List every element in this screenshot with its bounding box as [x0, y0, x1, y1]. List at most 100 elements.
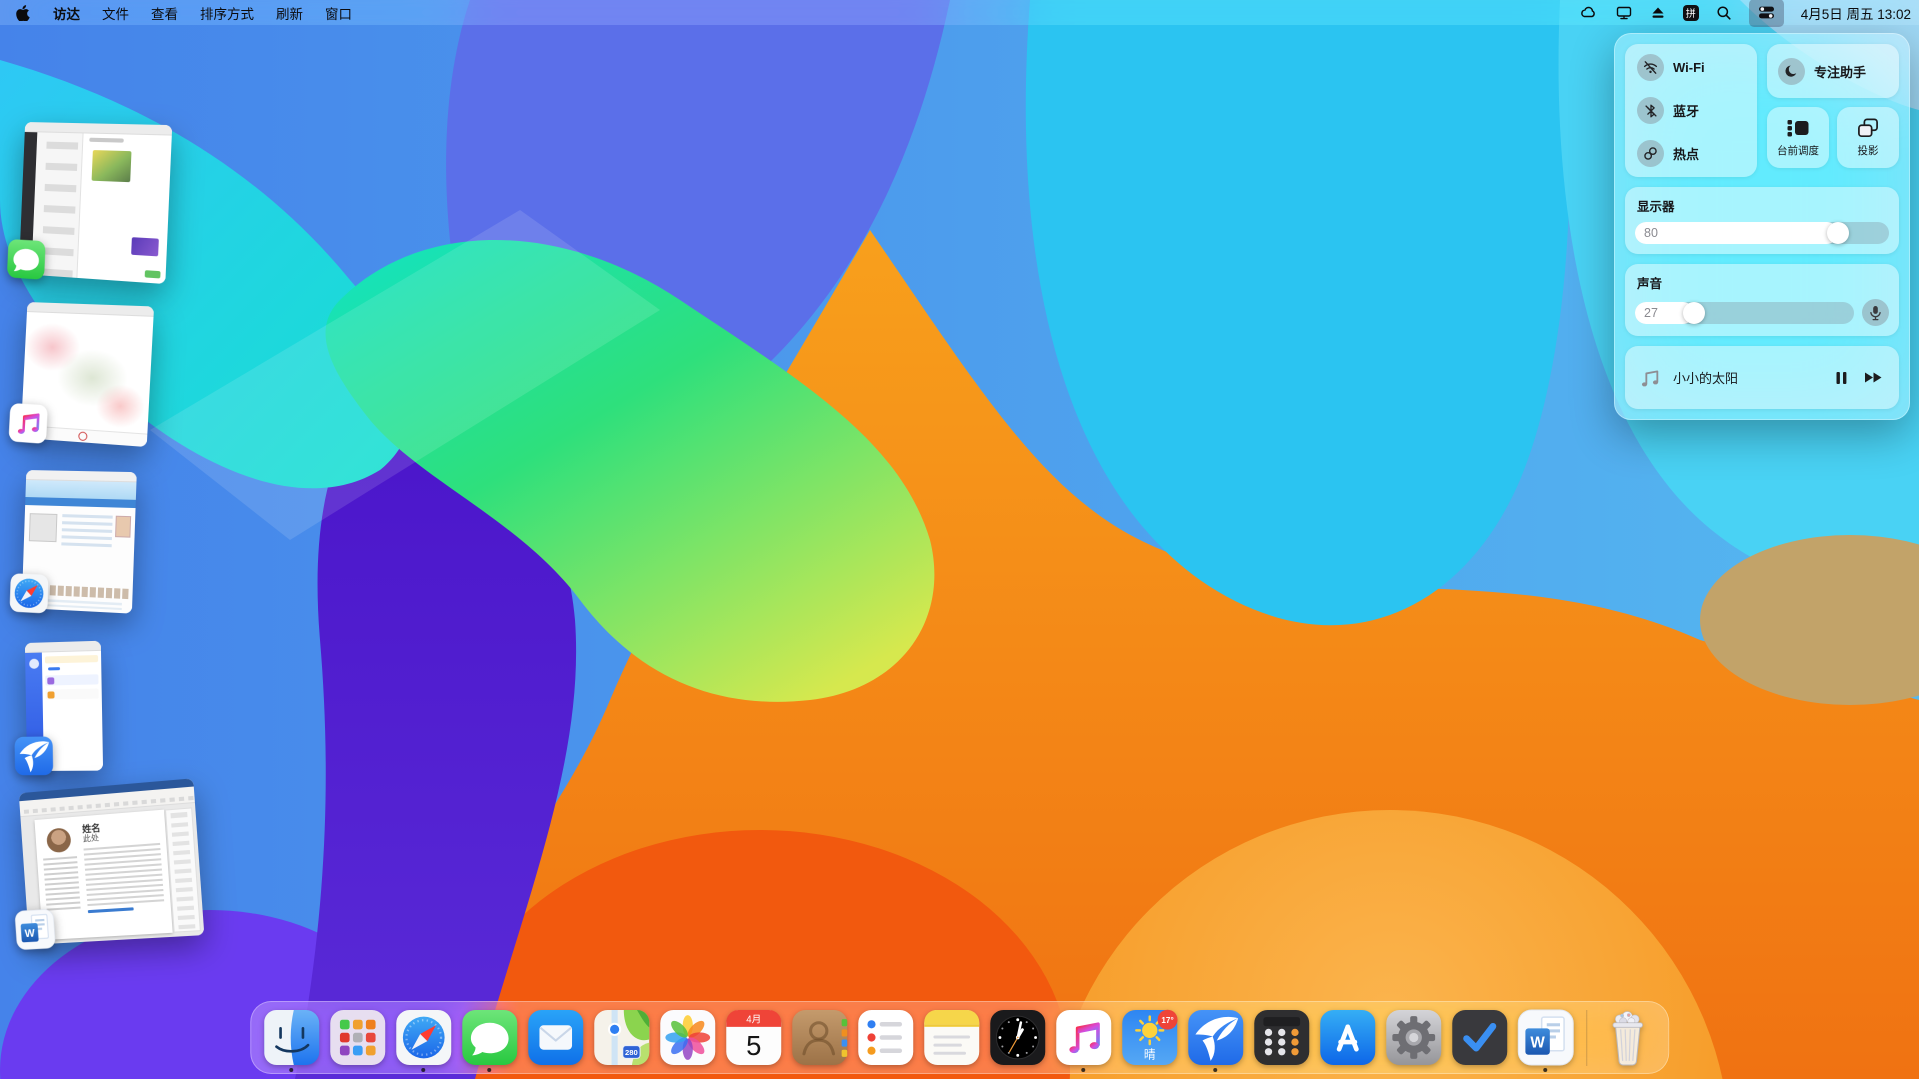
focus-label: 专注助手 — [1814, 62, 1866, 81]
dock-item-appstore[interactable] — [1319, 1009, 1376, 1066]
messages-icon — [461, 1009, 518, 1066]
stage-manager-button[interactable]: 台前调度 — [1767, 107, 1829, 168]
calendar-icon — [725, 1009, 782, 1066]
dock-item-finder[interactable] — [263, 1009, 320, 1066]
messages-preview-send-button — [145, 270, 161, 278]
window-preview-word[interactable]: 姓名 此处 — [19, 778, 205, 945]
dock-item-launchpad[interactable] — [329, 1009, 386, 1066]
maps-icon — [593, 1009, 650, 1066]
pause-icon — [1835, 371, 1848, 385]
microphone-icon — [1869, 305, 1882, 321]
input-source-label: 拼 — [1683, 5, 1699, 21]
microphone-button[interactable] — [1862, 299, 1889, 326]
menu-bar-clock[interactable]: 4月5日 周五 13:02 — [1801, 3, 1911, 23]
menu-view[interactable]: 查看 — [151, 3, 178, 23]
focus-toggle[interactable]: 专注助手 — [1767, 44, 1899, 98]
cloud-icon[interactable] — [1579, 2, 1598, 24]
dock-item-maps[interactable] — [593, 1009, 650, 1066]
menu-refresh[interactable]: 刷新 — [276, 3, 303, 23]
bluetooth-off-icon — [1637, 97, 1664, 124]
display-label: 显示器 — [1637, 196, 1889, 215]
dock-item-notes[interactable] — [923, 1009, 980, 1066]
search-icon[interactable] — [1716, 2, 1732, 24]
pause-button[interactable] — [1833, 369, 1850, 387]
appstore-icon — [1319, 1009, 1376, 1066]
window-preview-thunder[interactable] — [25, 641, 103, 771]
menu-finder[interactable]: 访达 — [53, 3, 80, 23]
wifi-toggle[interactable]: Wi-Fi — [1637, 54, 1757, 81]
dock-item-trash[interactable] — [1599, 1009, 1656, 1066]
running-indicator — [421, 1068, 425, 1072]
dock-item-calendar[interactable] — [725, 1009, 782, 1066]
dock — [250, 1001, 1670, 1074]
control-center-icon[interactable] — [1749, 0, 1784, 27]
dock-item-reminders[interactable] — [857, 1009, 914, 1066]
dock-item-safari[interactable] — [395, 1009, 452, 1066]
sound-value: 27 — [1644, 306, 1658, 320]
connectivity-card: Wi-Fi 蓝牙 热点 — [1625, 44, 1757, 177]
menu-window[interactable]: 窗口 — [325, 3, 352, 23]
dock-item-check-app[interactable] — [1451, 1009, 1508, 1066]
stage-manager-icon — [1786, 118, 1810, 138]
launchpad-icon — [329, 1009, 386, 1066]
settings-icon — [1385, 1009, 1442, 1066]
moon-icon — [1778, 58, 1805, 85]
window-preview-music[interactable] — [21, 302, 155, 447]
word-preview-paragraph-lines — [84, 843, 165, 907]
music-widget[interactable]: 小小的太阳 — [1625, 346, 1899, 409]
messages-preview-photo — [92, 150, 132, 182]
sound-slider[interactable]: 27 — [1635, 302, 1854, 324]
dock-item-calculator[interactable] — [1253, 1009, 1310, 1066]
dock-item-photos[interactable] — [659, 1009, 716, 1066]
hotspot-icon — [1637, 140, 1664, 167]
thunder-icon — [1187, 1009, 1244, 1066]
menu-file[interactable]: 文件 — [102, 3, 129, 23]
display-slider[interactable]: 80 — [1635, 222, 1889, 244]
dock-item-clock[interactable] — [989, 1009, 1046, 1066]
eject-icon[interactable] — [1650, 2, 1666, 24]
dock-item-word[interactable] — [1517, 1009, 1574, 1066]
hotspot-toggle[interactable]: 热点 — [1637, 140, 1757, 167]
menu-sort[interactable]: 排序方式 — [200, 3, 254, 23]
running-indicator — [1081, 1068, 1085, 1072]
screen-mirroring-icon — [1857, 118, 1879, 138]
fast-forward-button[interactable] — [1862, 369, 1885, 386]
control-center-right-column: 专注助手 台前调度 投影 — [1767, 44, 1899, 177]
window-preview-messages[interactable] — [19, 122, 172, 284]
messages-preview-chat-title — [89, 138, 124, 143]
dock-item-contacts[interactable] — [791, 1009, 848, 1066]
calculator-icon — [1253, 1009, 1310, 1066]
weather-icon — [1121, 1009, 1178, 1066]
music-icon — [1055, 1009, 1112, 1066]
dock-item-settings[interactable] — [1385, 1009, 1442, 1066]
stage-manager-label: 台前调度 — [1777, 143, 1819, 158]
dock-item-weather[interactable] — [1121, 1009, 1178, 1066]
bluetooth-toggle[interactable]: 蓝牙 — [1637, 97, 1757, 124]
display-icon[interactable] — [1615, 2, 1633, 24]
apple-menu[interactable] — [16, 4, 31, 21]
running-indicator — [487, 1068, 491, 1072]
safari-preview-portrait — [115, 516, 131, 538]
notes-icon — [923, 1009, 980, 1066]
dock-item-thunder[interactable] — [1187, 1009, 1244, 1066]
sound-label: 声音 — [1637, 273, 1889, 292]
finder-icon — [263, 1009, 320, 1066]
display-slider-thumb[interactable] — [1827, 222, 1849, 244]
thunder-preview-notice — [45, 655, 98, 663]
window-preview-safari[interactable] — [22, 470, 137, 614]
screen-mirroring-button[interactable]: 投影 — [1837, 107, 1899, 168]
dock-item-mail[interactable] — [527, 1009, 584, 1066]
reminders-icon — [857, 1009, 914, 1066]
input-source-icon[interactable]: 拼 — [1683, 2, 1699, 24]
sound-card: 声音 27 — [1625, 264, 1899, 336]
dock-item-music[interactable] — [1055, 1009, 1112, 1066]
thunder-preview-tab — [48, 667, 60, 670]
sound-slider-thumb[interactable] — [1683, 302, 1705, 324]
wifi-label: Wi-Fi — [1673, 60, 1705, 75]
thunder-app-badge — [14, 736, 54, 776]
screen-mirroring-label: 投影 — [1858, 143, 1879, 158]
music-note-icon — [1639, 366, 1661, 390]
dock-separator — [1586, 1010, 1588, 1066]
music-track-title: 小小的太阳 — [1673, 368, 1821, 387]
dock-item-messages[interactable] — [461, 1009, 518, 1066]
